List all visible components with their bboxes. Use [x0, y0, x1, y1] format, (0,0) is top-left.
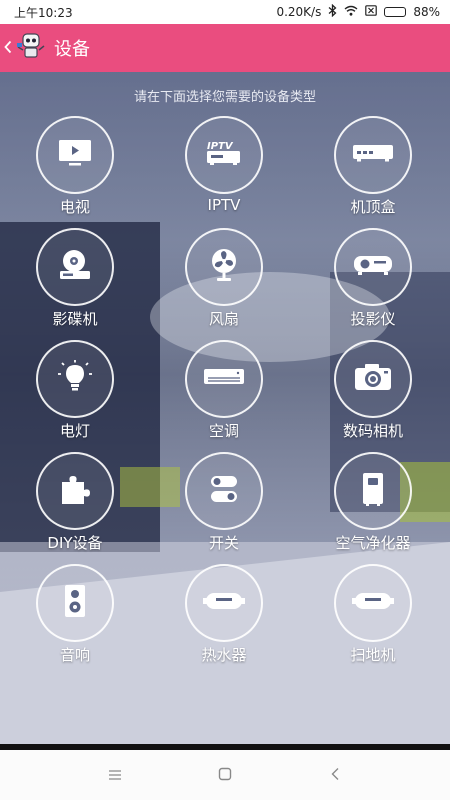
device-circle	[36, 340, 114, 418]
device-circle	[334, 564, 412, 642]
device-iptv[interactable]: IPTV IPTV	[149, 116, 299, 228]
device-dvd-player[interactable]: 影碟机	[0, 228, 150, 340]
device-label: 扫地机	[350, 646, 396, 664]
device-circle	[334, 228, 412, 306]
device-air-purifier[interactable]: 空气净化器	[298, 452, 448, 564]
device-label: 空调	[208, 422, 239, 440]
device-circle	[334, 452, 412, 530]
device-label: DIY设备	[47, 534, 103, 552]
chevron-left-icon	[4, 39, 12, 58]
switch-icon	[208, 473, 240, 509]
device-light[interactable]: 电灯	[0, 340, 150, 452]
device-circle	[36, 116, 114, 194]
device-air-conditioner[interactable]: 空调	[149, 340, 299, 452]
device-switch[interactable]: 开关	[149, 452, 299, 564]
page-title: 设备	[54, 39, 90, 60]
device-label: 影碟机	[52, 310, 98, 328]
device-label: 音响	[59, 646, 90, 664]
device-label: 电灯	[59, 422, 90, 440]
light-bulb-icon	[57, 359, 93, 399]
device-label: IPTV	[207, 196, 241, 214]
device-circle: IPTV	[185, 116, 263, 194]
device-label: 数码相机	[342, 422, 403, 440]
no-sim-icon	[365, 5, 378, 19]
status-time: 上午10:23	[14, 5, 73, 20]
air-conditioner-icon	[202, 366, 246, 392]
device-circle	[185, 340, 263, 418]
device-set-top-box[interactable]: 机顶盒	[298, 116, 448, 228]
menu-button[interactable]	[90, 750, 140, 800]
camera-icon	[353, 361, 393, 397]
device-label: 投影仪	[350, 310, 396, 328]
fan-icon	[208, 248, 240, 286]
device-tv[interactable]: 电视	[0, 116, 150, 228]
device-circle	[334, 340, 412, 418]
selection-hint: 请在下面选择您需要的设备类型	[133, 90, 316, 105]
device-circle	[36, 452, 114, 530]
device-label: 机顶盒	[350, 198, 396, 216]
battery-icon	[384, 7, 407, 17]
robot-vacuum-icon	[350, 589, 396, 617]
set-top-box-icon	[351, 142, 395, 168]
device-label: 电视	[59, 198, 90, 216]
device-circle	[185, 452, 263, 530]
back-button[interactable]	[0, 24, 50, 72]
device-label: 热水器	[201, 646, 247, 664]
menu-icon	[108, 766, 122, 785]
device-label: 风扇	[208, 310, 239, 328]
battery-percent: 88%	[413, 5, 440, 19]
nav-back-button[interactable]	[310, 750, 360, 800]
back-icon	[330, 766, 340, 785]
status-indicators: 0.20K/s 88%	[276, 3, 440, 20]
device-circle	[36, 564, 114, 642]
device-circle	[185, 228, 263, 306]
speaker-icon	[62, 583, 88, 623]
wifi-icon	[344, 5, 358, 19]
device-circle	[36, 228, 114, 306]
robot-logo-icon	[14, 31, 48, 65]
iptv-icon: IPTV	[204, 138, 244, 172]
system-nav-bar	[0, 750, 450, 800]
status-bar: 上午10:23 0.20K/s 88%	[0, 0, 450, 24]
device-water-heater[interactable]: 热水器	[149, 564, 299, 676]
puzzle-icon	[58, 472, 92, 510]
device-circle	[185, 564, 263, 642]
app-bar: 设备	[0, 24, 450, 72]
tv-icon	[57, 138, 93, 172]
device-grid-area: 请在下面选择您需要的设备类型 电视 IPTV IPTV 机顶盒 影碟机 风扇 投…	[0, 72, 450, 744]
bluetooth-icon	[328, 3, 337, 20]
device-label: 空气净化器	[335, 534, 411, 552]
device-speaker[interactable]: 音响	[0, 564, 150, 676]
home-button[interactable]	[200, 750, 250, 800]
air-purifier-icon	[360, 471, 386, 511]
device-diy[interactable]: DIY设备	[0, 452, 150, 564]
device-robot-vacuum[interactable]: 扫地机	[298, 564, 448, 676]
network-speed: 0.20K/s	[276, 5, 322, 19]
svg-text:IPTV: IPTV	[207, 141, 234, 152]
projector-icon	[352, 251, 394, 283]
device-projector[interactable]: 投影仪	[298, 228, 448, 340]
dvd-player-icon	[57, 248, 93, 286]
water-heater-icon	[201, 589, 247, 617]
home-square-icon	[218, 766, 232, 785]
device-circle	[334, 116, 412, 194]
device-camera[interactable]: 数码相机	[298, 340, 448, 452]
device-label: 开关	[208, 534, 239, 552]
device-fan[interactable]: 风扇	[149, 228, 299, 340]
